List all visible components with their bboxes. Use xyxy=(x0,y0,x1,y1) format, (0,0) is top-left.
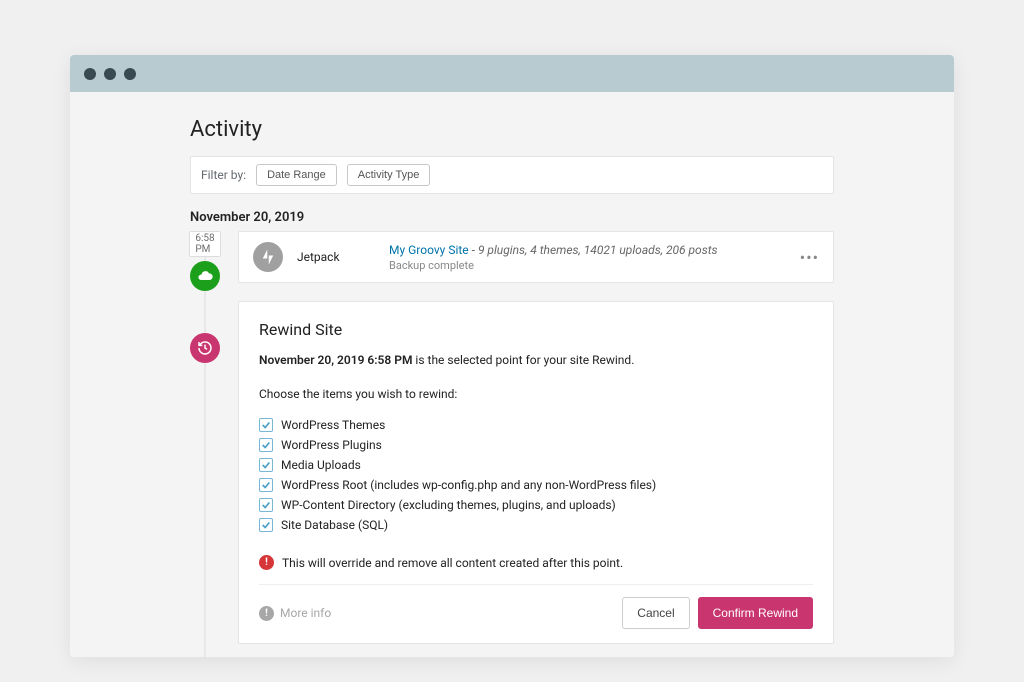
window-dot xyxy=(124,68,136,80)
site-link[interactable]: My Groovy Site xyxy=(389,243,469,257)
rewind-footer: ! More info Cancel Confirm Rewind xyxy=(259,584,813,629)
jetpack-icon xyxy=(259,248,277,266)
browser-body: Activity Filter by: Date Range Activity … xyxy=(70,92,954,657)
window-dot xyxy=(104,68,116,80)
filter-activity-type-button[interactable]: Activity Type xyxy=(347,164,431,186)
rewind-item-label: Site Database (SQL) xyxy=(281,518,388,532)
rewind-warning-text: This will override and remove all conten… xyxy=(282,556,623,570)
warning-icon: ! xyxy=(259,555,274,570)
checkbox-checked[interactable] xyxy=(259,518,273,532)
cloud-icon xyxy=(197,268,213,284)
rewind-choose-label: Choose the items you wish to rewind: xyxy=(259,387,813,401)
rewind-point-time: November 20, 2019 6:58 PM xyxy=(259,353,412,367)
rewind-actions: Cancel Confirm Rewind xyxy=(622,597,813,629)
more-menu-icon[interactable]: ••• xyxy=(800,248,819,267)
timeline-node-rewind[interactable] xyxy=(190,333,220,363)
more-info-label: More info xyxy=(280,606,331,620)
timeline-rail: 6:58 PM xyxy=(190,231,220,657)
history-icon xyxy=(197,340,213,356)
browser-window: Activity Filter by: Date Range Activity … xyxy=(70,55,954,657)
rewind-item-label: WP-Content Directory (excluding themes, … xyxy=(281,498,616,512)
more-info-link[interactable]: ! More info xyxy=(259,606,331,621)
rewind-items-list: WordPress Themes WordPress Plugins Media… xyxy=(259,415,813,535)
rewind-selected-point: November 20, 2019 6:58 PM is the selecte… xyxy=(259,353,813,367)
rewind-card: Rewind Site November 20, 2019 6:58 PM is… xyxy=(238,301,834,644)
timeline: 6:58 PM Jetpack My Groovy Site - 9 xyxy=(190,231,834,657)
timeline-node-backup[interactable] xyxy=(190,261,220,291)
rewind-item[interactable]: Media Uploads xyxy=(259,455,813,475)
rewind-warning: ! This will override and remove all cont… xyxy=(259,555,813,570)
timeline-date-heading: November 20, 2019 xyxy=(190,210,834,225)
rewind-item[interactable]: WordPress Plugins xyxy=(259,435,813,455)
rewind-title: Rewind Site xyxy=(259,320,813,339)
filter-bar: Filter by: Date Range Activity Type xyxy=(190,156,834,194)
rewind-item[interactable]: WP-Content Directory (excluding themes, … xyxy=(259,495,813,515)
browser-chrome xyxy=(70,55,954,92)
rewind-item-label: WordPress Root (includes wp-config.php a… xyxy=(281,478,656,492)
rewind-item-label: Media Uploads xyxy=(281,458,361,472)
timeline-time-label: 6:58 PM xyxy=(189,231,220,257)
backup-status: Backup complete xyxy=(389,259,786,272)
checkbox-checked[interactable] xyxy=(259,498,273,512)
backup-source: Jetpack xyxy=(297,250,375,264)
rewind-point-suffix: is the selected point for your site Rewi… xyxy=(412,353,634,367)
timeline-rail-line xyxy=(204,231,206,657)
cancel-button[interactable]: Cancel xyxy=(622,597,689,629)
jetpack-avatar xyxy=(253,242,283,272)
rewind-item[interactable]: Site Database (SQL) xyxy=(259,515,813,535)
backup-sep: - xyxy=(469,243,478,257)
rewind-item[interactable]: WordPress Root (includes wp-config.php a… xyxy=(259,475,813,495)
info-icon: ! xyxy=(259,606,274,621)
window-dot xyxy=(84,68,96,80)
backup-summary: My Groovy Site - 9 plugins, 4 themes, 14… xyxy=(389,243,786,257)
rewind-item[interactable]: WordPress Themes xyxy=(259,415,813,435)
filter-date-range-button[interactable]: Date Range xyxy=(256,164,337,186)
backup-card[interactable]: Jetpack My Groovy Site - 9 plugins, 4 th… xyxy=(238,231,834,283)
rewind-item-label: WordPress Plugins xyxy=(281,438,382,452)
confirm-rewind-button[interactable]: Confirm Rewind xyxy=(698,597,813,629)
checkbox-checked[interactable] xyxy=(259,418,273,432)
timeline-content: Jetpack My Groovy Site - 9 plugins, 4 th… xyxy=(238,231,834,657)
page-title: Activity xyxy=(190,117,834,142)
filter-label: Filter by: xyxy=(201,168,246,182)
backup-meta: My Groovy Site - 9 plugins, 4 themes, 14… xyxy=(389,243,786,272)
rewind-item-label: WordPress Themes xyxy=(281,418,385,432)
checkbox-checked[interactable] xyxy=(259,458,273,472)
checkbox-checked[interactable] xyxy=(259,478,273,492)
backup-details: 9 plugins, 4 themes, 14021 uploads, 206 … xyxy=(478,243,718,257)
checkbox-checked[interactable] xyxy=(259,438,273,452)
